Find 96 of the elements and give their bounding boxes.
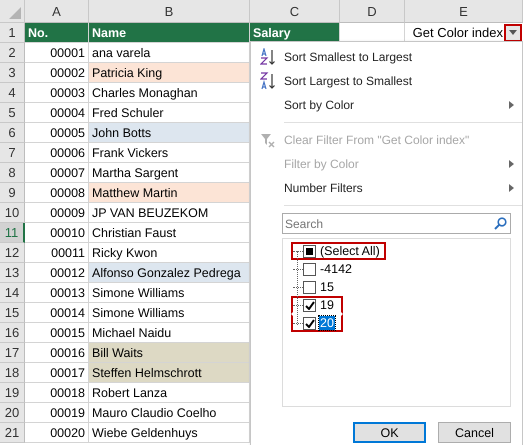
table-cell: Martha Sargent: [89, 163, 250, 183]
row-header[interactable]: 7: [0, 143, 25, 163]
row-header[interactable]: 8: [0, 163, 25, 183]
checkbox[interactable]: [303, 280, 316, 294]
sort-ascending-icon: [260, 48, 276, 66]
mixed-state-icon: [306, 248, 313, 254]
table-cell: 00020: [25, 423, 89, 443]
table-cell: Charles Monaghan: [89, 83, 250, 103]
table-cell: Steffen Helmschrott: [89, 363, 250, 383]
table-cell: 00016: [25, 343, 89, 363]
table-cell: Mauro Claudio Coelho: [89, 403, 250, 423]
table-cell: 00012: [25, 263, 89, 283]
table-cell: 00011: [25, 243, 89, 263]
table-cell: Ricky Kwon: [89, 243, 250, 263]
submenu-arrow-icon: [509, 184, 514, 192]
ok-button[interactable]: OK: [353, 422, 426, 443]
menu-item[interactable]: Sort Largest to Smallest: [251, 69, 522, 93]
column-header[interactable]: A: [25, 0, 89, 23]
table-cell: Matthew Martin: [89, 183, 250, 203]
table-cell: Simone Williams: [89, 303, 250, 323]
value-label[interactable]: -4142: [319, 262, 353, 276]
submenu-arrow-icon: [509, 101, 514, 109]
row-header[interactable]: 21: [0, 423, 25, 443]
table-cell: 00003: [25, 83, 89, 103]
row-header[interactable]: 3: [0, 63, 25, 83]
row-header[interactable]: 4: [0, 83, 25, 103]
table-cell: Alfonso Gonzalez Pedrega: [89, 263, 250, 283]
table-cell: 00008: [25, 183, 89, 203]
row-header[interactable]: 16: [0, 323, 25, 343]
table-cell: 00007: [25, 163, 89, 183]
checkbox[interactable]: [303, 316, 316, 330]
table-cell: JP VAN BEUZEKOM: [89, 203, 250, 223]
header-cell: No.: [25, 23, 89, 43]
row-header[interactable]: 9: [0, 183, 25, 203]
table-cell: Christian Faust: [89, 223, 250, 243]
row-header[interactable]: 20: [0, 403, 25, 423]
table-cell: 00009: [25, 203, 89, 223]
row-header[interactable]: 19: [0, 383, 25, 403]
table-cell: 00015: [25, 323, 89, 343]
column-header[interactable]: D: [340, 0, 405, 23]
table-cell: Patricia King: [89, 63, 250, 83]
table-cell: 00004: [25, 103, 89, 123]
row-header[interactable]: 5: [0, 103, 25, 123]
search-icon: [494, 217, 507, 230]
checkbox[interactable]: [303, 262, 316, 276]
checkbox[interactable]: [303, 244, 316, 258]
row-header[interactable]: 11: [0, 223, 25, 243]
menu-item[interactable]: Sort by Color: [251, 93, 522, 117]
caret-icon: [509, 30, 517, 35]
checkbox[interactable]: [303, 298, 316, 312]
corner-triangle-icon: [9, 7, 21, 19]
row-header[interactable]: 2: [0, 43, 25, 63]
table-cell: 00001: [25, 43, 89, 63]
header-cell: Name: [89, 23, 250, 43]
row-header[interactable]: 13: [0, 263, 25, 283]
column-header[interactable]: C: [250, 0, 340, 23]
value-label[interactable]: 20: [319, 316, 335, 330]
table-cell: Robert Lanza: [89, 383, 250, 403]
table-cell: 00014: [25, 303, 89, 323]
submenu-arrow-icon: [509, 160, 514, 168]
row-header[interactable]: 18: [0, 363, 25, 383]
table-cell: 00010: [25, 223, 89, 243]
row-header[interactable]: 12: [0, 243, 25, 263]
menu-item[interactable]: Sort Smallest to Largest: [251, 45, 522, 69]
table-cell: Michael Naidu: [89, 323, 250, 343]
row-header[interactable]: 1: [0, 23, 25, 43]
table-cell: Frank Vickers: [89, 143, 250, 163]
table-cell: 00019: [25, 403, 89, 423]
table-cell: ana varela: [89, 43, 250, 63]
header-text: Get Color index: [412, 25, 503, 40]
filter-dropdown-button[interactable]: [504, 24, 522, 42]
table-cell: John Botts: [89, 123, 250, 143]
table-cell: 00018: [25, 383, 89, 403]
column-header[interactable]: B: [89, 0, 250, 23]
table-cell: 00005: [25, 123, 89, 143]
clear-filter-icon: [260, 132, 276, 148]
table-cell: Wiebe Geldenhuys: [89, 423, 250, 443]
table-cell: 00002: [25, 63, 89, 83]
table-cell: Simone Williams: [89, 283, 250, 303]
search-field[interactable]: Search: [282, 213, 511, 234]
table-cell: 00017: [25, 363, 89, 383]
row-header[interactable]: 6: [0, 123, 25, 143]
menu-item[interactable]: Number Filters: [251, 176, 522, 200]
header-cell: Salary: [250, 23, 340, 43]
row-header[interactable]: 14: [0, 283, 25, 303]
sort-descending-icon: [260, 72, 276, 90]
table-cell: Fred Schuler: [89, 103, 250, 123]
row-header[interactable]: 10: [0, 203, 25, 223]
row-header[interactable]: 15: [0, 303, 25, 323]
cancel-button[interactable]: Cancel: [438, 422, 511, 443]
table-cell: 00013: [25, 283, 89, 303]
table-cell: Bill Waits: [89, 343, 250, 363]
row-header[interactable]: 17: [0, 343, 25, 363]
table-cell: 00006: [25, 143, 89, 163]
column-header[interactable]: E: [405, 0, 523, 23]
value-label[interactable]: 15: [319, 280, 335, 294]
